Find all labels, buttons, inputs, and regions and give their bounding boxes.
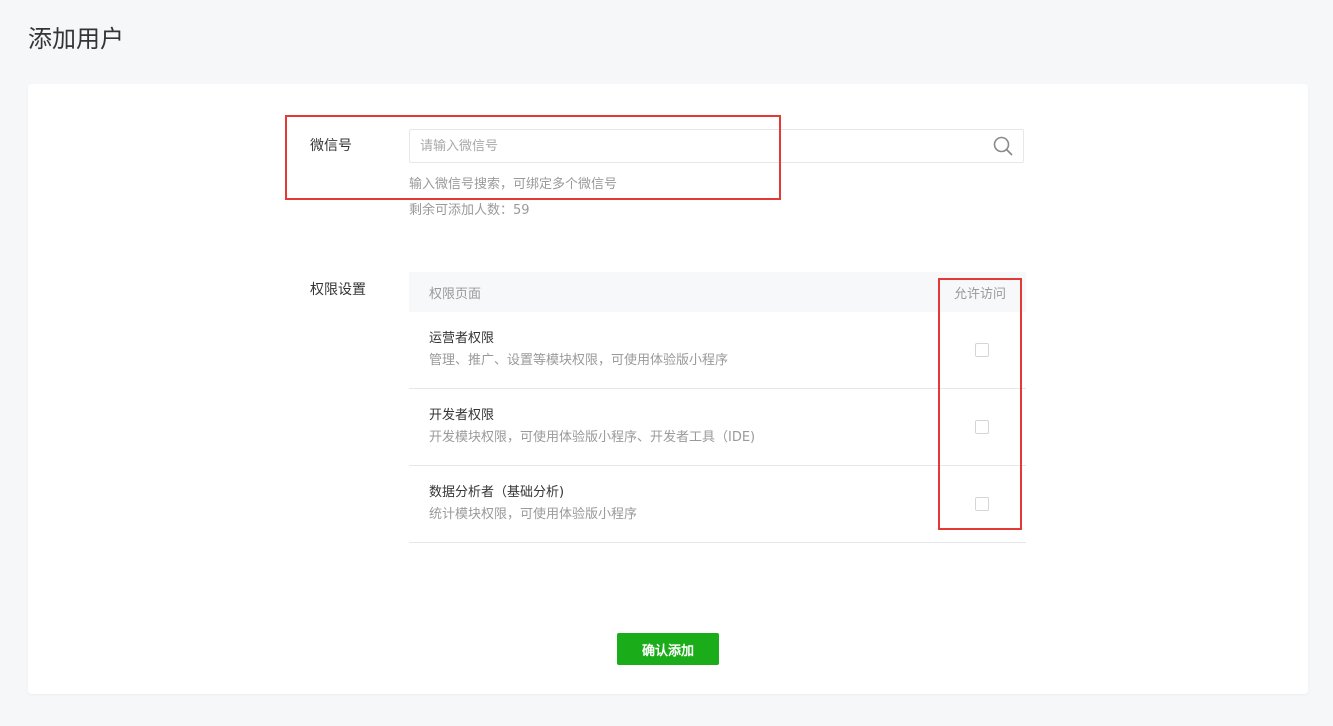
- add-user-card: 微信号 输入微信号搜索，可绑定多个微信号 剩余可添加人数：59 权限设置 权限页…: [28, 84, 1308, 694]
- permission-row-operator: 运营者权限 管理、推广、设置等模块权限，可使用体验版小程序: [409, 312, 1026, 389]
- permission-desc: 开发模块权限，可使用体验版小程序、开发者工具（IDE): [429, 430, 756, 445]
- permission-title: 运营者权限: [429, 331, 495, 346]
- header-allow-access: 允许访问: [953, 287, 1006, 302]
- search-icon[interactable]: [993, 136, 1013, 156]
- search-hint: 输入微信号搜索，可绑定多个微信号: [409, 177, 618, 192]
- allow-access-checkbox-developer[interactable]: [975, 420, 989, 434]
- permission-label: 权限设置: [310, 282, 366, 298]
- allow-access-checkbox-analyst[interactable]: [975, 497, 989, 511]
- permission-row-analyst: 数据分析者（基础分析) 统计模块权限，可使用体验版小程序: [409, 466, 1026, 543]
- remaining-count: 剩余可添加人数：59: [409, 203, 530, 218]
- wechat-search-input[interactable]: [410, 130, 980, 162]
- permission-table-header: 权限页面 允许访问: [409, 272, 1026, 312]
- permission-desc: 管理、推广、设置等模块权限，可使用体验版小程序: [429, 353, 729, 368]
- header-permission-page: 权限页面: [429, 287, 482, 302]
- wechat-label: 微信号: [310, 138, 352, 154]
- wechat-search-box: [409, 129, 1024, 163]
- permission-title: 开发者权限: [429, 408, 495, 423]
- confirm-add-button[interactable]: 确认添加: [617, 633, 719, 665]
- permission-row-developer: 开发者权限 开发模块权限，可使用体验版小程序、开发者工具（IDE): [409, 389, 1026, 466]
- page-title: 添加用户: [28, 25, 124, 53]
- permission-title: 数据分析者（基础分析): [429, 485, 565, 500]
- permission-table: 权限页面 允许访问 运营者权限 管理、推广、设置等模块权限，可使用体验版小程序 …: [409, 272, 1026, 543]
- permission-desc: 统计模块权限，可使用体验版小程序: [429, 507, 638, 522]
- allow-access-checkbox-operator[interactable]: [975, 343, 989, 357]
